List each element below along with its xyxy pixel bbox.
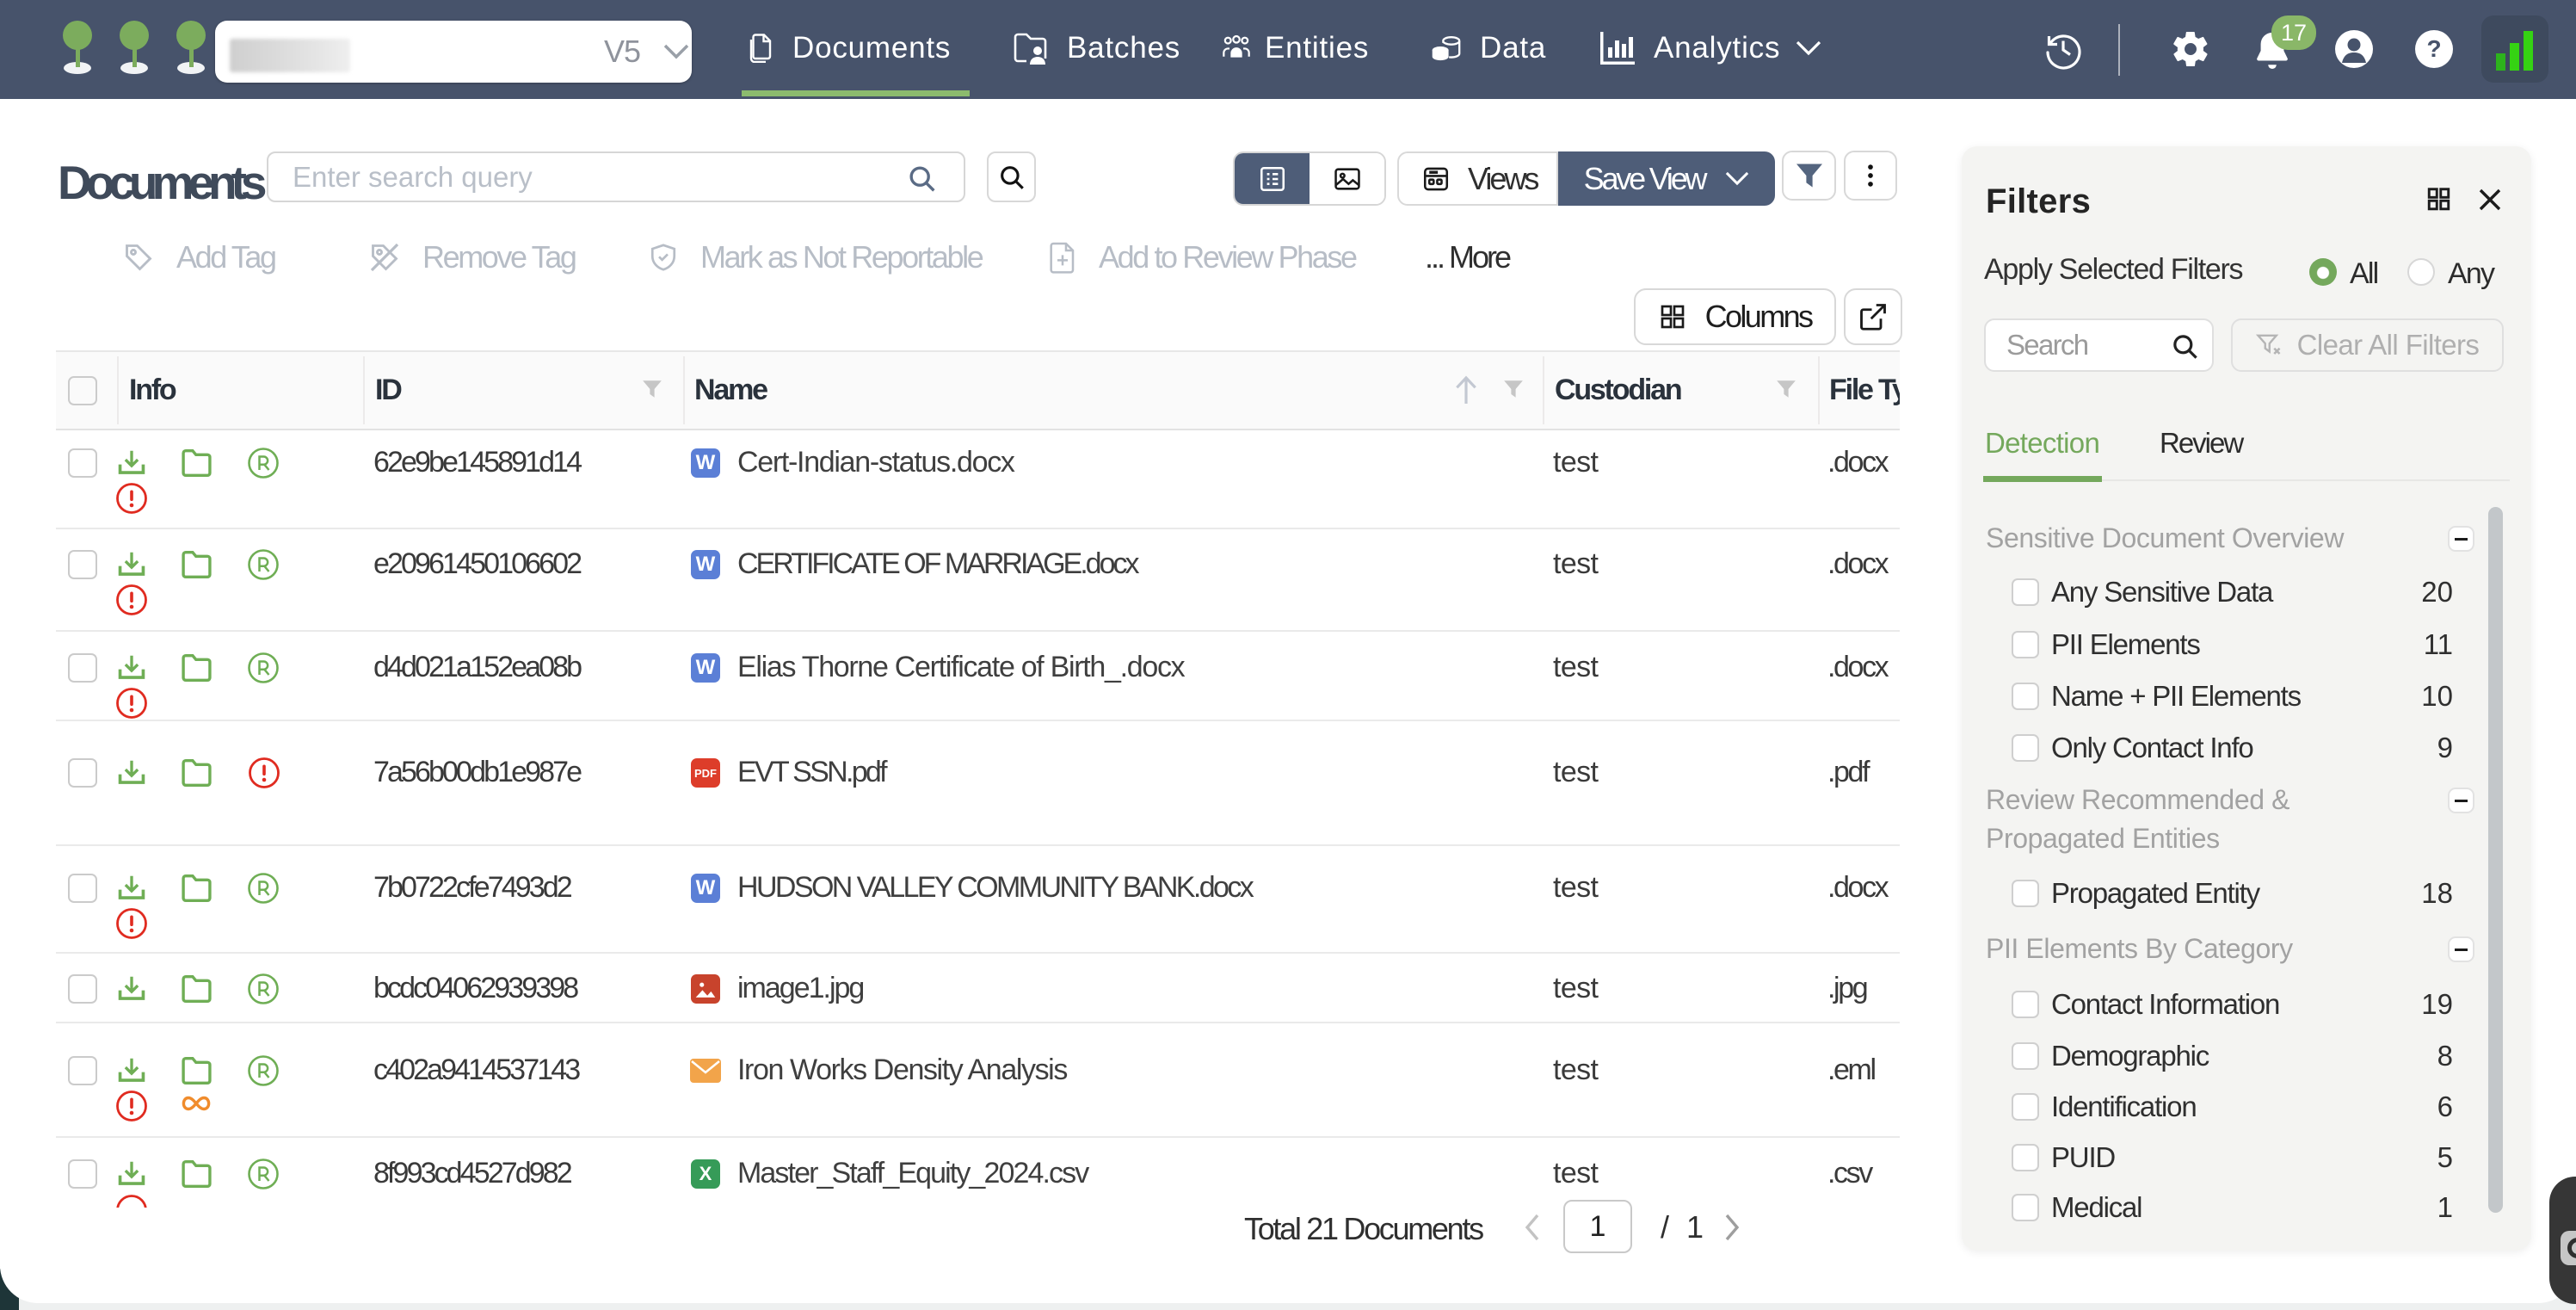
svg-text:?: ? xyxy=(2426,35,2441,62)
